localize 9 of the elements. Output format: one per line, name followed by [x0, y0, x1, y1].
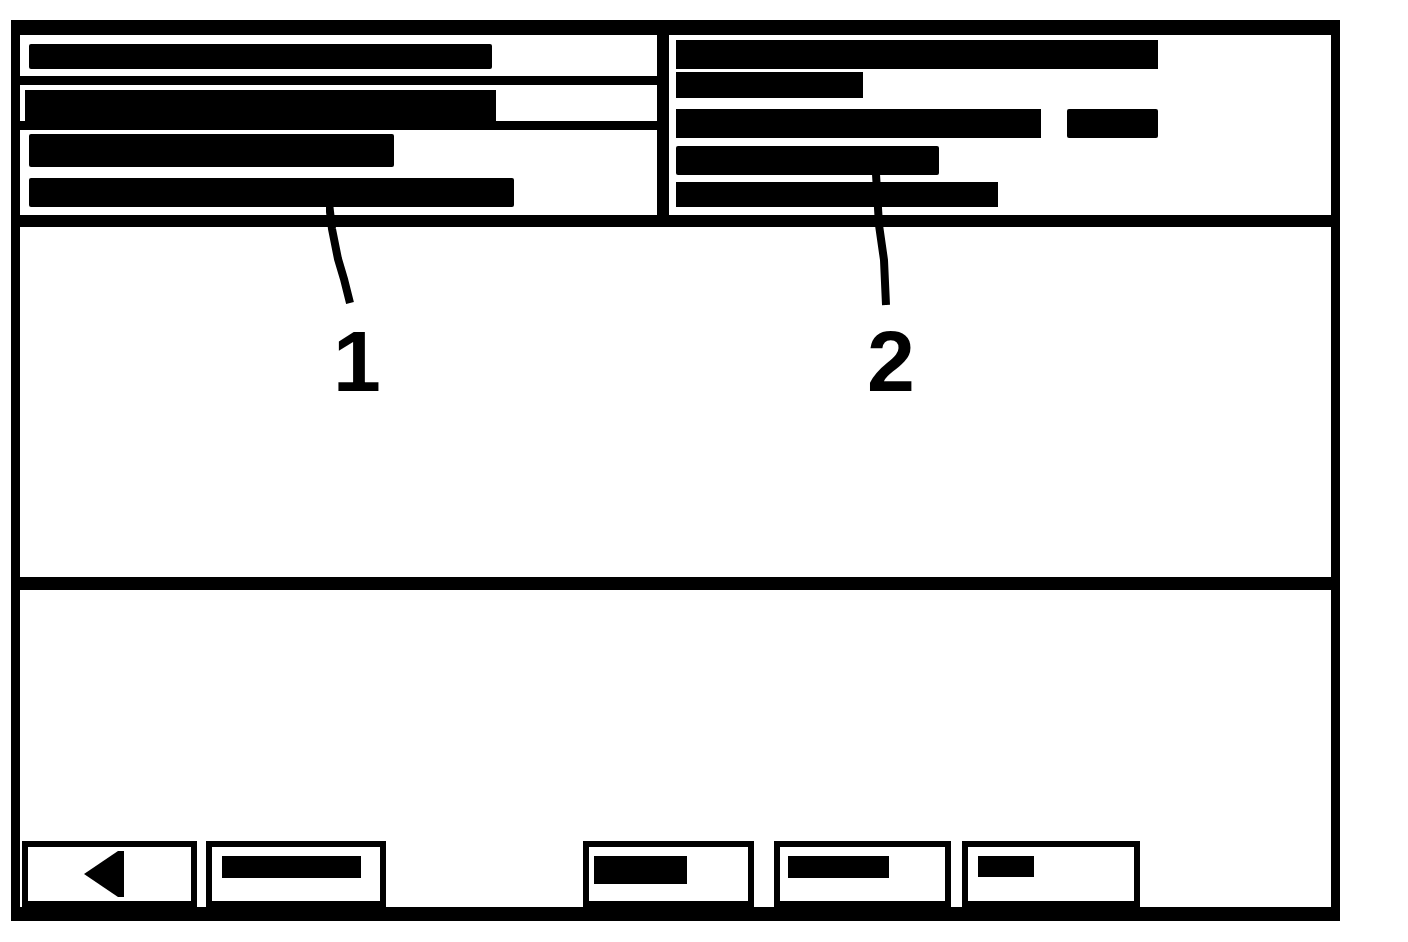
- soft-key-button[interactable]: [583, 841, 754, 907]
- soft-key-button[interactable]: [206, 841, 386, 907]
- back-button[interactable]: [22, 841, 197, 907]
- callout-number: 1: [333, 318, 381, 404]
- soft-key-button[interactable]: [962, 841, 1140, 907]
- soft-key-button[interactable]: [774, 841, 951, 907]
- redaction-bar: [978, 856, 1034, 877]
- callout-number: 2: [867, 318, 915, 404]
- left-triangle-icon: [84, 851, 124, 897]
